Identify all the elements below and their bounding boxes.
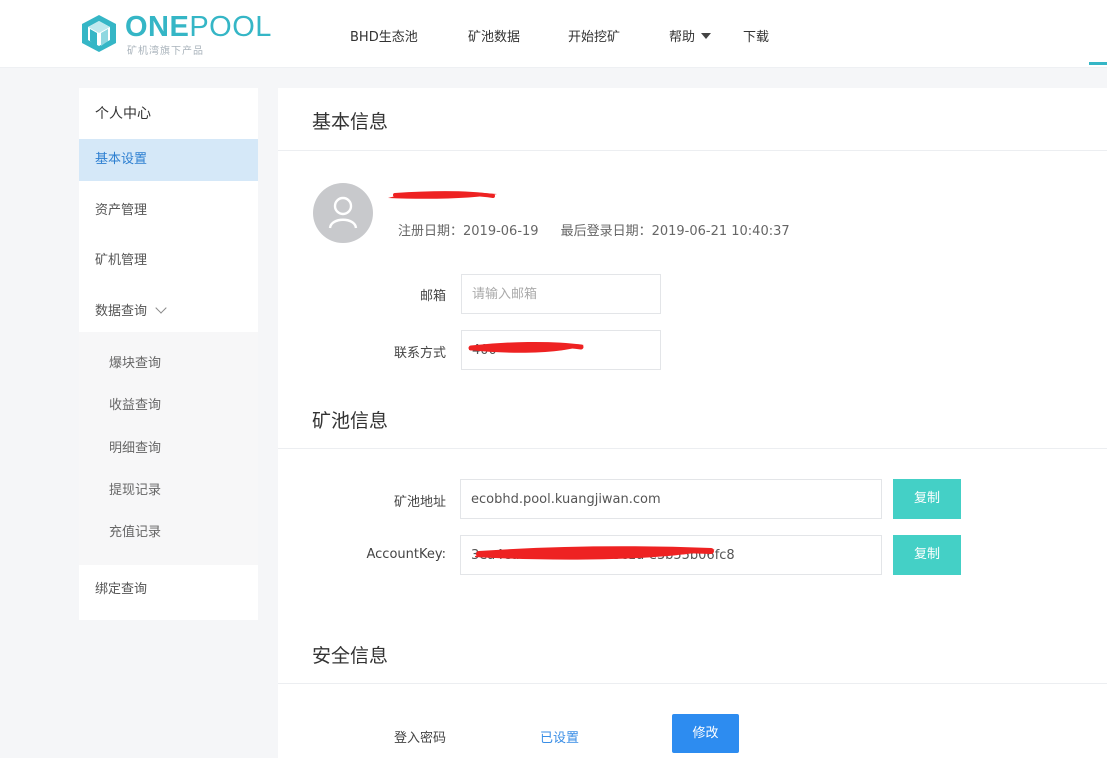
chevron-down-icon bbox=[155, 302, 167, 314]
register-date: 注册日期：2019-06-19 bbox=[398, 224, 539, 239]
divider bbox=[278, 448, 1107, 449]
login-password-label: 登入密码 bbox=[393, 731, 446, 746]
sidebar-item-data-query[interactable]: 数据查询 bbox=[79, 291, 258, 333]
nav-start-mining[interactable]: 开始挖矿 bbox=[568, 26, 620, 45]
sidebar-sub-earnings-query[interactable]: 收益查询 bbox=[79, 386, 258, 426]
nav-bhd-pool[interactable]: BHD生态池 bbox=[350, 26, 418, 45]
sidebar-item-binding-query[interactable]: 绑定查询 bbox=[79, 569, 258, 611]
sidebar-sub-deposit-records[interactable]: 充值记录 bbox=[79, 513, 258, 553]
avatar[interactable] bbox=[313, 183, 373, 243]
email-label: 邮箱 bbox=[419, 289, 446, 304]
sidebar-item-miners[interactable]: 矿机管理 bbox=[79, 240, 258, 282]
pool-info-title: 矿池信息 bbox=[312, 410, 389, 432]
account-key-label: AccountKey: bbox=[366, 547, 447, 562]
logo-text: ONEPOOL bbox=[125, 11, 272, 43]
divider bbox=[278, 150, 1107, 151]
sidebar-title: 个人中心 bbox=[95, 106, 151, 122]
sidebar-item-assets[interactable]: 资产管理 bbox=[79, 190, 258, 232]
nav-download[interactable]: 下载 bbox=[743, 26, 769, 45]
nav-pool-data[interactable]: 矿池数据 bbox=[468, 26, 520, 45]
email-field[interactable] bbox=[461, 274, 661, 314]
last-login-date: 最后登录日期：2019-06-21 10:40:37 bbox=[560, 224, 790, 239]
sidebar: 个人中心 基本设置 资产管理 矿机管理 数据查询 爆块查询 收益查询 明细查询 … bbox=[79, 88, 258, 620]
nav-help[interactable]: 帮助 bbox=[669, 26, 712, 45]
username-redacted bbox=[388, 191, 497, 199]
edge-accent-bar bbox=[1089, 62, 1107, 65]
onepool-logo[interactable]: ONEPOOL 矿机湾旗下产品 bbox=[79, 11, 271, 57]
divider bbox=[278, 683, 1107, 684]
sidebar-sub-withdraw-records[interactable]: 提现记录 bbox=[79, 471, 258, 511]
top-header: ONEPOOL 矿机湾旗下产品 BHD生态池 矿池数据 开始挖矿 帮助 下载 bbox=[0, 0, 1107, 68]
sidebar-sub-block-query[interactable]: 爆块查询 bbox=[79, 344, 258, 384]
sidebar-item-basic-settings[interactable]: 基本设置 bbox=[79, 139, 258, 181]
pool-address-field[interactable] bbox=[460, 479, 882, 519]
copy-address-button[interactable]: 复制 bbox=[893, 479, 961, 519]
account-key-field[interactable] bbox=[460, 535, 882, 575]
modify-password-button[interactable]: 修改 bbox=[672, 714, 739, 753]
contact-label: 联系方式 bbox=[393, 346, 446, 361]
cube-logo-icon bbox=[82, 15, 116, 52]
sidebar-sub-detail-query[interactable]: 明细查询 bbox=[79, 429, 258, 469]
sidebar-item-data-query-label: 数据查询 bbox=[95, 304, 148, 319]
security-info-title: 安全信息 bbox=[312, 645, 389, 667]
caret-down-icon bbox=[701, 33, 712, 39]
copy-account-key-button[interactable]: 复制 bbox=[893, 535, 961, 575]
logo-subtitle: 矿机湾旗下产品 bbox=[127, 46, 204, 57]
password-status-link[interactable]: 已设置 bbox=[540, 727, 579, 746]
contact-field[interactable] bbox=[461, 330, 661, 370]
basic-info-title: 基本信息 bbox=[312, 111, 389, 133]
data-query-submenu: 爆块查询 收益查询 明细查询 提现记录 充值记录 bbox=[79, 332, 258, 565]
pool-address-label: 矿池地址 bbox=[393, 495, 446, 510]
nav-help-label: 帮助 bbox=[669, 30, 696, 45]
main-panel: 基本信息 注册日期：2019-06-19 最后登录日期：2019-06-21 10… bbox=[278, 88, 1107, 758]
account-dates: 注册日期：2019-06-19 最后登录日期：2019-06-21 10:40:3… bbox=[398, 220, 812, 239]
user-icon bbox=[328, 196, 358, 229]
